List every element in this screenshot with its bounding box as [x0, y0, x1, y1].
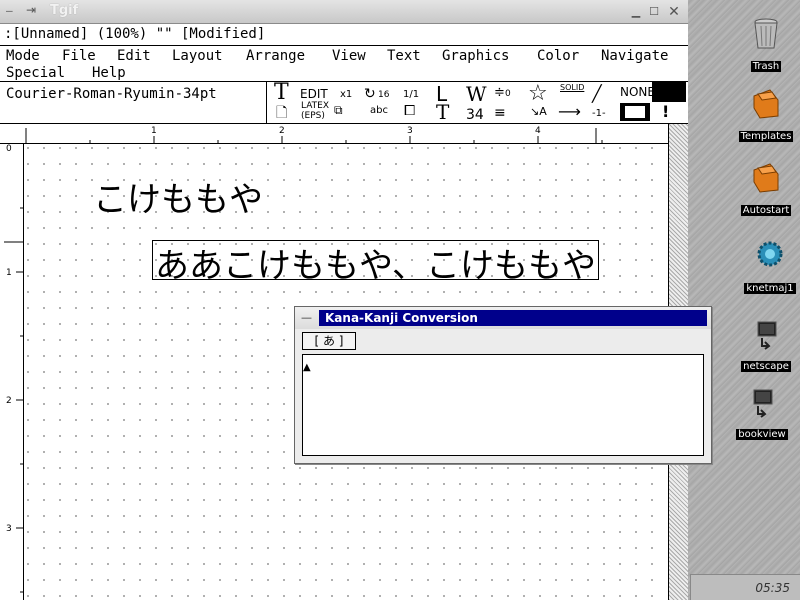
color-swatch[interactable] [652, 82, 686, 102]
toolbar-divider [266, 82, 267, 124]
clock-panel[interactable]: 05:35 [690, 574, 800, 600]
spline-icon[interactable]: ↘A [530, 106, 547, 117]
menu-color[interactable]: Color [537, 48, 579, 64]
close-icon[interactable]: ✕ [666, 4, 682, 20]
menu-mode[interactable]: Mode [6, 48, 40, 64]
folder-icon [753, 89, 779, 119]
menu-arrange[interactable]: Arrange [246, 48, 305, 64]
desktop-icon-netscape[interactable]: netscape [736, 320, 796, 373]
font-size-label[interactable]: 34 [466, 108, 484, 122]
gear-icon [757, 241, 783, 267]
folder-icon [753, 163, 779, 193]
ruler-top-label: 3 [407, 126, 413, 136]
maximize-icon[interactable]: ☐ [646, 4, 662, 20]
align-icon[interactable]: ≡ [494, 106, 506, 120]
alert-icon[interactable]: ! [662, 104, 669, 120]
window-title: Tgif [50, 3, 79, 18]
horizontal-ruler: 1 2 3 4 [0, 124, 668, 144]
width-icon[interactable]: W [466, 84, 487, 104]
line-width-label[interactable]: -1- [592, 109, 606, 119]
star-icon[interactable]: ☆ [528, 83, 548, 105]
fill-none-label[interactable]: NONE [620, 86, 655, 98]
fill-pattern-icon[interactable] [620, 103, 650, 121]
desktop-icon-label: Trash [750, 61, 782, 72]
status-line: :[Unnamed] (100%) "" [Modified] [0, 24, 688, 46]
text-mode-icon[interactable]: T [274, 82, 289, 104]
spacing-icon[interactable]: ≑ [494, 86, 505, 99]
dialog-title: Kana-Kanji Conversion [325, 311, 478, 325]
ruler-left-label: 0 [6, 144, 12, 154]
desktop-icon-label: bookview [736, 429, 788, 440]
input-mode-indicator[interactable]: [ あ ] [302, 332, 356, 350]
terminal-icon [757, 321, 777, 350]
desktop-icon-autostart[interactable]: Autostart [736, 160, 796, 217]
minimize-icon[interactable]: ▁ [628, 4, 644, 20]
ruler-top-label: 1 [151, 126, 157, 136]
abc-button[interactable]: abc [370, 106, 388, 116]
dash-icon[interactable]: ╱ [592, 86, 602, 102]
text-style-icon[interactable]: T [436, 102, 449, 122]
page-counter[interactable]: 1/1 [403, 90, 419, 100]
pin-icon[interactable]: ⇥ [26, 3, 36, 17]
menu-layout[interactable]: Layout [172, 48, 223, 64]
menu-special[interactable]: Special [6, 65, 65, 81]
ruler-top-label: 2 [279, 126, 285, 136]
desktop-icon-label: netscape [741, 361, 791, 372]
input-caret: ▲ [303, 362, 311, 373]
menu-file[interactable]: File [62, 48, 96, 64]
desktop-icon-label: Autostart [740, 205, 792, 216]
menu-navigate[interactable]: Navigate [601, 48, 668, 64]
desktop-icon-templates[interactable]: Templates [736, 86, 796, 143]
terminal-icon [753, 389, 773, 418]
menu-graphics[interactable]: Graphics [442, 48, 509, 64]
ruler-left-label: 3 [6, 524, 12, 534]
vertical-ruler: 0 1 2 3 [0, 144, 24, 600]
zoom-button[interactable]: x1 [340, 90, 352, 100]
menu-help[interactable]: Help [92, 65, 126, 81]
current-font-label: Courier-Roman-Ryumin-34pt [6, 86, 217, 102]
ruler-top-label: 4 [535, 126, 541, 136]
page-icon[interactable]: 🗋 [276, 106, 287, 120]
canvas-text-editing[interactable]: ああこけももや、こけももや [155, 238, 596, 287]
menu-text[interactable]: Text [387, 48, 421, 64]
snap-icon[interactable]: ↻ [364, 87, 376, 101]
copy-icon[interactable]: ⧠ [404, 104, 415, 118]
group-icon[interactable]: ⧉ [334, 104, 343, 116]
desktop-icon-label: knetmaj1 [744, 283, 796, 294]
line-style-solid[interactable]: SOLID [560, 84, 584, 92]
menu-edit[interactable]: Edit [117, 48, 151, 64]
grid-size-label[interactable]: 16 [378, 91, 389, 100]
arrow-icon[interactable]: ⟶ [558, 104, 581, 120]
dialog-menu-icon[interactable]: — [301, 311, 312, 324]
window-menu-icon[interactable]: — [6, 4, 13, 17]
clock-time: 05:35 [755, 581, 790, 595]
tgif-window: — ⇥ Tgif ▁ ☐ ✕ :[Unnamed] (100%) "" [Mod… [0, 0, 688, 600]
canvas-text-object[interactable]: こけももや [93, 172, 263, 221]
desktop-icon-trash[interactable]: Trash [736, 16, 796, 73]
window-titlebar[interactable]: — ⇥ Tgif ▁ ☐ ✕ [0, 0, 688, 24]
eps-label[interactable]: (EPS) [301, 112, 325, 121]
desktop-icon-label: Templates [738, 131, 794, 142]
spacing-value[interactable]: 0 [505, 90, 511, 99]
toolbar: Courier-Roman-Ryumin-34pt T 🗋 EDIT x1 LA… [0, 82, 688, 124]
menu-view[interactable]: View [332, 48, 366, 64]
conversion-input-area[interactable] [302, 354, 704, 456]
dialog-titlebar[interactable]: — Kana-Kanji Conversion [295, 307, 711, 329]
latex-label[interactable]: LATEX [301, 102, 329, 111]
edit-button[interactable]: EDIT [300, 88, 328, 100]
desktop-icon-bookview[interactable]: bookview [732, 388, 792, 441]
ruler-left-label: 1 [6, 268, 12, 278]
menu-bar: Mode File Edit Layout Arrange View Text … [0, 46, 688, 82]
desktop-icon-knetmaj1[interactable]: knetmaj1 [740, 238, 800, 295]
trash-icon [754, 18, 778, 49]
ruler-left-label: 2 [6, 396, 12, 406]
